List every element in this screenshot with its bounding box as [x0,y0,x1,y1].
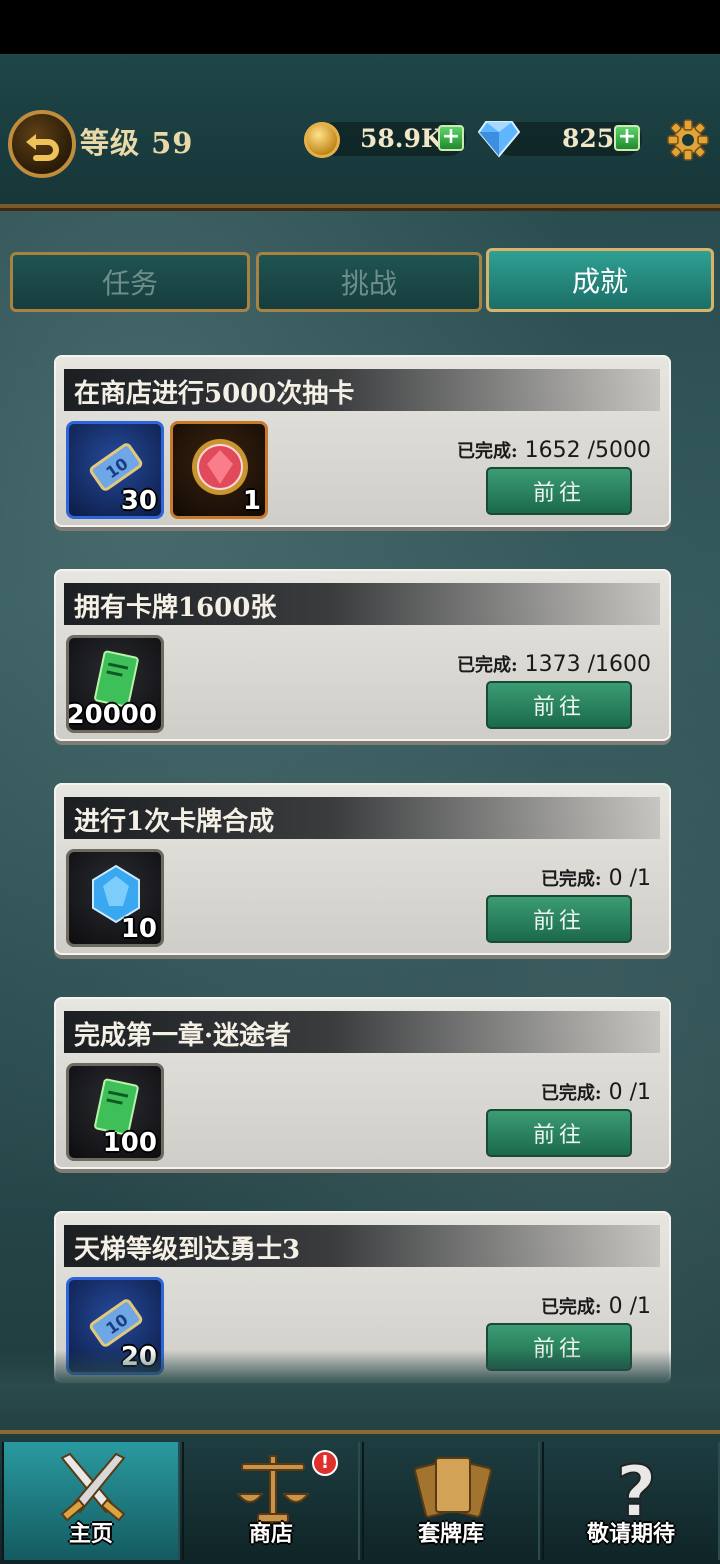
add-coins-button[interactable]: + [438,125,464,151]
reward-item[interactable]: 100 [66,1063,164,1161]
nav-label: 敬请期待 [586,1522,675,1547]
progress-value: 0 /1 [608,1294,651,1319]
list-fade-overlay [0,1350,720,1440]
tab-tasks[interactable]: 任务 [10,252,250,312]
progress-text: 已完成: 0 /1 [540,1080,651,1105]
reward-quantity: 1 [242,486,261,516]
achievement-title: 拥有卡牌1600张 [74,593,277,623]
nav-coming-soon[interactable]: ? 敬请期待 [542,1442,720,1560]
progress-text: 已完成: 0 /1 [540,866,651,891]
reward-item[interactable]: 1 [170,421,268,519]
progress-value: 1373 /1600 [524,652,651,677]
progress-text: 已完成: 0 /1 [540,1294,651,1319]
nav-deck[interactable]: 套牌库 [362,1442,540,1560]
reward-quantity: 30 [120,486,157,516]
reward-quantity: 20000 [66,700,157,730]
coin-amount: 58.9K [360,124,443,153]
add-gems-button[interactable]: + [614,125,640,151]
nav-label: 套牌库 [417,1522,484,1547]
progress-value: 0 /1 [608,1080,651,1105]
coin-icon [304,122,340,158]
achievement-card: 拥有卡牌1600张 20000 已完成: 1373 /1600 前往 [54,569,671,741]
progress-value: 0 /1 [608,866,651,891]
achievement-card: 在商店进行5000次抽卡 10 30 1 已完成: 1652 /5000 前往 [54,355,671,527]
tab-achievements[interactable]: 成就 [486,248,714,312]
player-level: 等级 59 [80,126,194,160]
back-button[interactable] [8,110,76,178]
achievement-title: 在商店进行5000次抽卡 [74,379,355,409]
achievement-card: 进行1次卡牌合成 10 已完成: 0 /1 前往 [54,783,671,955]
go-button[interactable]: 前往 [486,467,632,515]
back-arrow-icon [26,134,59,161]
status-bar [0,0,720,54]
diamond-icon [478,121,520,158]
notification-badge: ! [312,1450,338,1476]
progress-value: 1652 /5000 [524,438,651,463]
achievement-title: 天梯等级到达勇士3 [74,1235,301,1265]
nav-label: 主页 [68,1522,113,1547]
gem-amount: 825 [562,124,615,153]
achievement-title: 完成第一章·迷途者 [74,1021,292,1051]
reward-item[interactable]: 10 30 [66,421,164,519]
reward-item[interactable]: 20000 [66,635,164,733]
go-button[interactable]: 前往 [486,1109,632,1157]
nav-label: 商店 [248,1522,293,1547]
progress-text: 已完成: 1652 /5000 [456,438,651,463]
reward-quantity: 100 [102,1128,157,1158]
go-button[interactable]: 前往 [486,895,632,943]
tab-challenges[interactable]: 挑战 [256,252,482,312]
progress-text: 已完成: 1373 /1600 [456,652,651,677]
reward-quantity: 10 [120,914,157,944]
go-button[interactable]: 前往 [486,681,632,729]
achievement-card: 完成第一章·迷途者 100 已完成: 0 /1 前往 [54,997,671,1169]
nav-home[interactable]: 主页 [2,1442,180,1560]
reward-item[interactable]: 10 [66,849,164,947]
gear-icon[interactable] [666,118,710,162]
achievement-title: 进行1次卡牌合成 [74,807,275,837]
